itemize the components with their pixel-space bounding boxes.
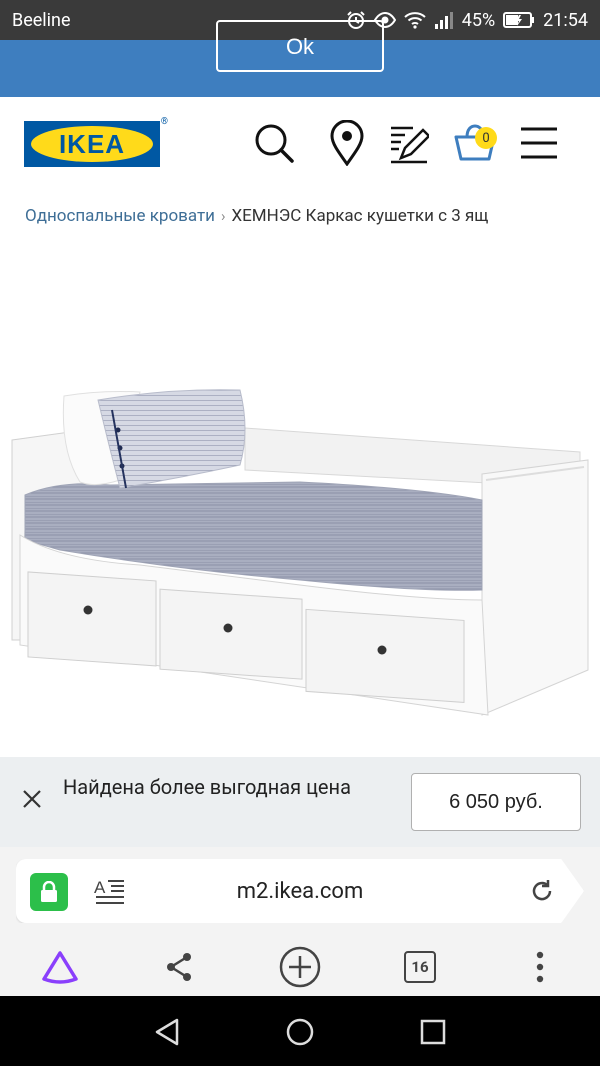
cart-button[interactable]: 0 xyxy=(451,119,499,167)
system-navigation-bar xyxy=(0,996,600,1066)
better-price-button[interactable]: 6 050 руб. xyxy=(411,773,581,831)
notice-message: Найдена более выгодная цена xyxy=(63,775,351,799)
browser-nav-row: 16 xyxy=(0,939,600,997)
tabs-button[interactable]: 16 xyxy=(392,939,448,995)
hamburger-menu-icon xyxy=(521,127,557,159)
ok-button[interactable]: Ok xyxy=(216,20,384,72)
clock: 21:54 xyxy=(543,9,588,31)
recents-square-icon xyxy=(420,1019,446,1045)
site-header: IKEA ® 0 xyxy=(0,97,600,193)
breadcrumb: Односпальные кровати › ХЕМНЭС Каркас куш… xyxy=(25,206,488,226)
reload-button[interactable] xyxy=(528,877,556,905)
alice-assistant-button[interactable] xyxy=(32,939,88,995)
signal-icon xyxy=(434,11,454,29)
product-image[interactable] xyxy=(0,370,600,730)
battery-percent: 45% xyxy=(461,9,496,31)
home-button[interactable] xyxy=(278,1010,322,1054)
back-button[interactable] xyxy=(145,1010,189,1054)
more-vertical-icon xyxy=(536,951,544,983)
ikea-logo[interactable]: IKEA ® xyxy=(24,117,168,167)
browser-menu-button[interactable] xyxy=(512,939,568,995)
close-notice-button[interactable] xyxy=(20,787,44,811)
secure-lock-button[interactable] xyxy=(30,873,68,911)
home-circle-icon xyxy=(286,1018,314,1046)
registered-mark: ® xyxy=(160,117,168,127)
alice-icon xyxy=(42,951,78,984)
search-button[interactable] xyxy=(250,119,298,167)
reader-mode-button[interactable]: A xyxy=(94,875,126,907)
location-pin-icon xyxy=(330,120,364,166)
tabs-count: 16 xyxy=(404,951,436,983)
svg-text:A: A xyxy=(94,878,106,897)
plus-circle-icon xyxy=(279,946,321,988)
recents-button[interactable] xyxy=(411,1010,455,1054)
reload-icon xyxy=(532,880,552,901)
back-triangle-icon xyxy=(155,1018,179,1046)
lock-icon xyxy=(41,881,57,902)
wifi-icon xyxy=(404,11,426,29)
list-edit-icon xyxy=(391,126,429,164)
menu-button[interactable] xyxy=(515,119,563,167)
logo-oval: IKEA xyxy=(31,126,153,162)
chevron-right-icon: › xyxy=(220,207,226,225)
cart-count-badge: 0 xyxy=(475,127,497,149)
better-price-notice: Найдена более выгодная цена 6 050 руб. xyxy=(0,757,600,847)
store-locator-button[interactable] xyxy=(323,119,371,167)
reader-mode-icon: A xyxy=(94,878,124,904)
shopping-list-button[interactable] xyxy=(384,119,432,167)
breadcrumb-parent-link[interactable]: Односпальные кровати xyxy=(25,206,215,226)
address-bar[interactable]: m2.ikea.com A xyxy=(16,859,584,923)
battery-icon xyxy=(503,12,535,28)
search-icon xyxy=(255,124,294,163)
top-banner: Ok xyxy=(0,20,600,97)
share-button[interactable] xyxy=(151,939,207,995)
logo-text: IKEA xyxy=(58,128,126,159)
close-icon xyxy=(23,790,41,808)
browser-toolbar: m2.ikea.com A 16 xyxy=(0,847,600,997)
new-tab-button[interactable] xyxy=(272,939,328,995)
share-icon xyxy=(167,953,191,981)
breadcrumb-current: ХЕМНЭС Каркас кушетки с 3 ящ xyxy=(231,206,489,226)
